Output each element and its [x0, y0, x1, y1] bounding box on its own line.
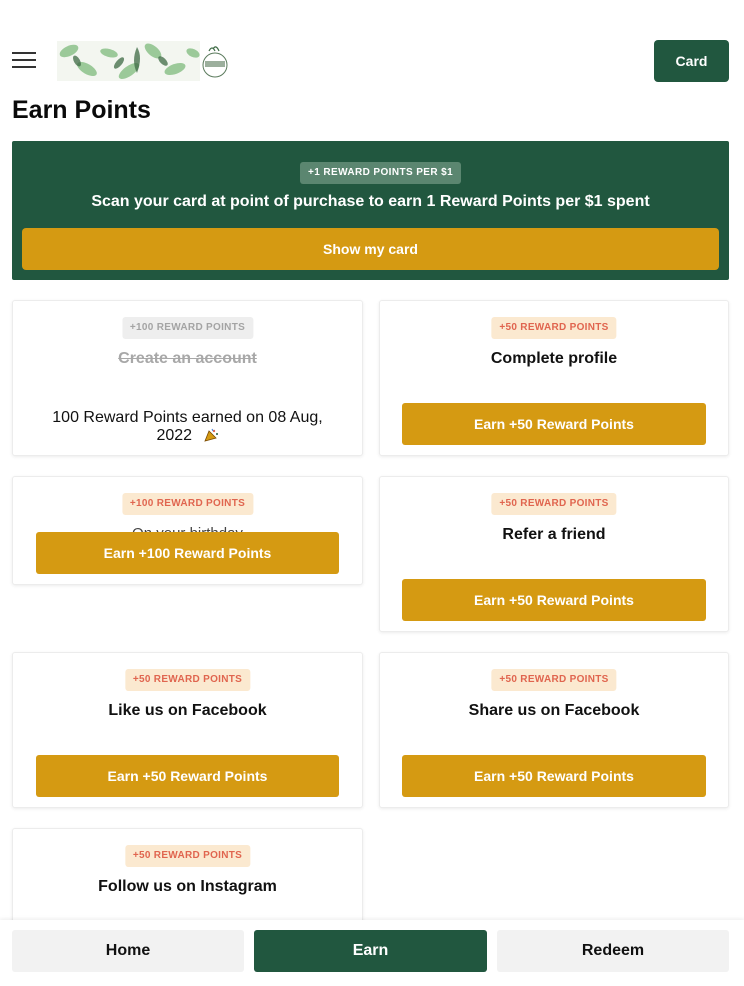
nav-redeem-button[interactable]: Redeem — [497, 930, 729, 972]
earn-button[interactable]: Earn +50 Reward Points — [36, 755, 339, 797]
earn-tile-refer-friend: +50 REWARD POINTS Refer a friend Earn +5… — [379, 476, 729, 632]
points-badge: +100 REWARD POINTS — [121, 317, 254, 339]
earn-button[interactable]: Earn +50 Reward Points — [402, 403, 706, 445]
earn-button[interactable]: Earn +50 Reward Points — [402, 579, 706, 621]
points-badge: +50 REWARD POINTS — [124, 845, 251, 867]
earn-tile-create-account: +100 REWARD POINTS Create an account 100… — [12, 300, 363, 456]
card-scan-banner: +1 REWARD POINTS PER $1 Scan your card a… — [12, 141, 729, 280]
earn-tile-birthday: +100 REWARD POINTS On your birthday Earn… — [12, 476, 363, 585]
points-badge: +100 REWARD POINTS — [121, 493, 254, 515]
tile-title: Follow us on Instagram — [98, 878, 277, 895]
wild-pear-logo[interactable] — [57, 41, 229, 81]
earn-tile-like-facebook: +50 REWARD POINTS Like us on Facebook Ea… — [12, 652, 363, 808]
nav-earn-button[interactable]: Earn — [254, 930, 487, 972]
hamburger-menu-icon[interactable] — [12, 52, 38, 70]
tile-title: Like us on Facebook — [108, 702, 267, 719]
card-button[interactable]: Card — [654, 40, 729, 82]
points-badge: +50 REWARD POINTS — [491, 669, 617, 691]
tile-title: Create an account — [118, 350, 257, 367]
earn-button[interactable]: Earn +50 Reward Points — [402, 755, 706, 797]
points-per-dollar-badge: +1 REWARD POINTS PER $1 — [300, 162, 462, 184]
earned-note: 100 Reward Points earned on 08 Aug, 2022 — [33, 409, 342, 445]
header-bar: Card — [0, 36, 744, 86]
page-title: Earn Points — [12, 96, 151, 124]
bottom-navigation: Home Earn Redeem — [0, 920, 744, 986]
points-badge: +50 REWARD POINTS — [124, 669, 251, 691]
earn-tile-complete-profile: +50 REWARD POINTS Complete profile Earn … — [379, 300, 729, 456]
show-my-card-button[interactable]: Show my card — [22, 228, 719, 270]
earned-text: 100 Reward Points earned on 08 Aug, 2022 — [52, 409, 323, 444]
banner-description: Scan your card at point of purchase to e… — [91, 193, 650, 210]
tile-title: Refer a friend — [502, 526, 606, 543]
party-popper-icon — [203, 428, 218, 442]
points-badge: +50 REWARD POINTS — [491, 493, 617, 515]
tile-title: Complete profile — [490, 350, 618, 367]
nav-home-button[interactable]: Home — [12, 930, 244, 972]
tile-title: Share us on Facebook — [468, 702, 640, 719]
earn-tile-share-facebook: +50 REWARD POINTS Share us on Facebook E… — [379, 652, 729, 808]
points-badge: +50 REWARD POINTS — [491, 317, 617, 339]
earn-button[interactable]: Earn +100 Reward Points — [36, 532, 339, 574]
